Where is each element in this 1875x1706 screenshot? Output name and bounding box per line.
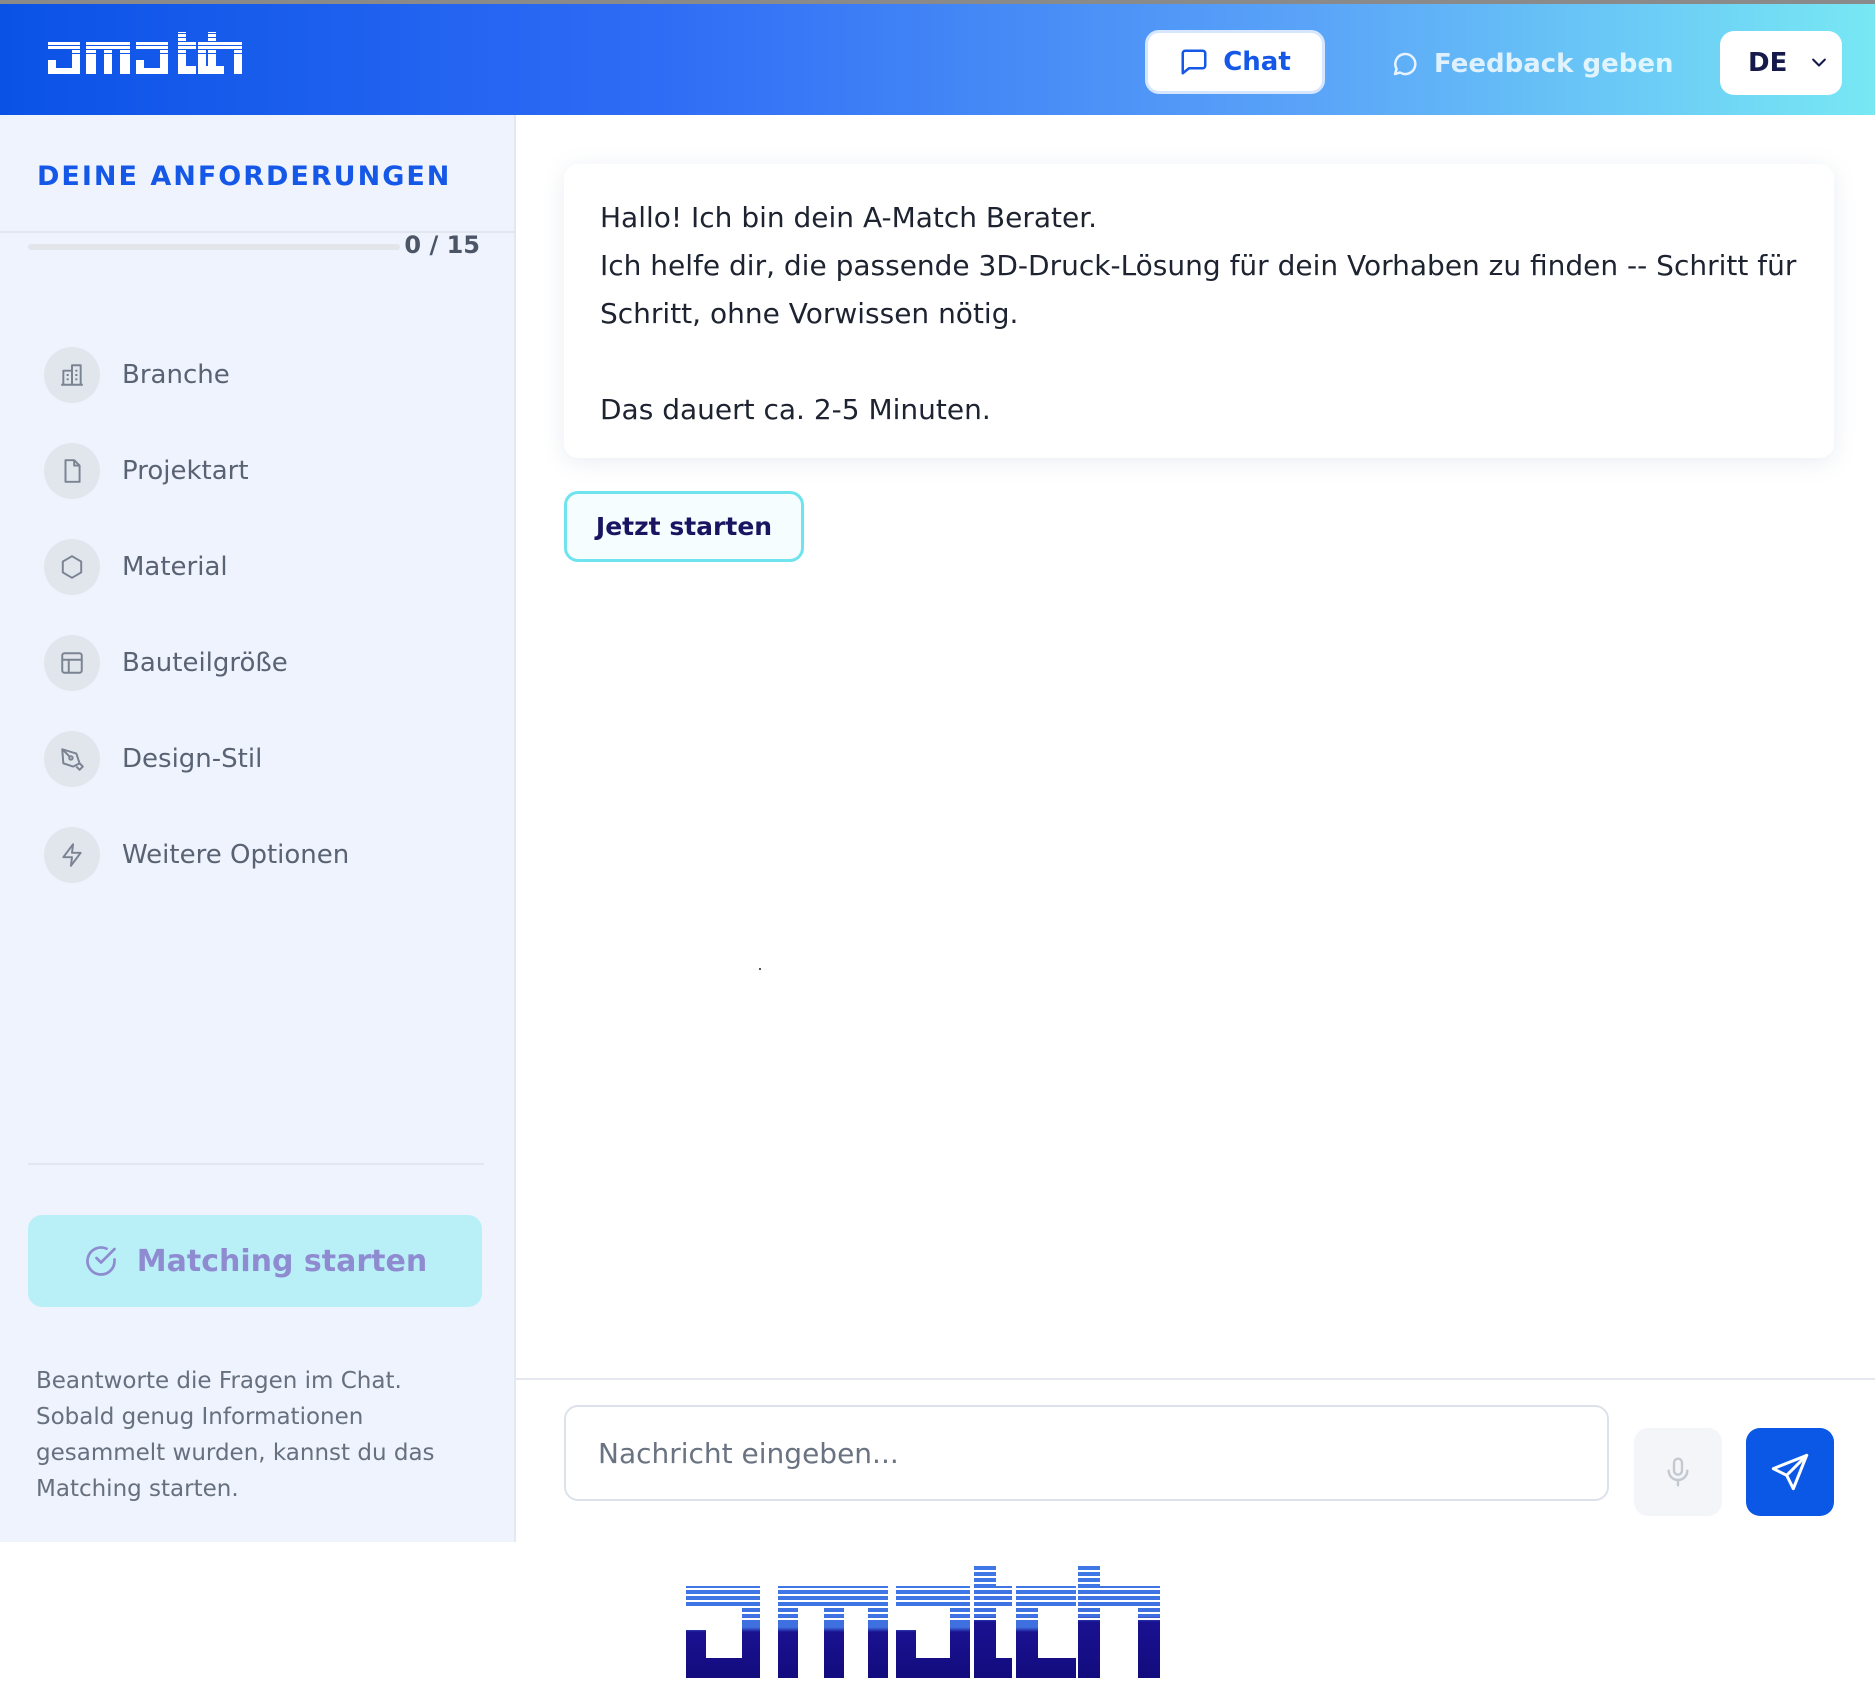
app-header: Chat Feedback geben DE xyxy=(0,0,1875,115)
microphone-icon xyxy=(1667,1457,1689,1487)
lightning-icon xyxy=(44,827,100,883)
language-value: DE xyxy=(1748,48,1788,78)
assistant-message: Hallo! Ich bin dein A-Match Berater. Ich… xyxy=(564,164,1834,458)
pen-tool-icon xyxy=(44,731,100,787)
sidebar-hint: Beantworte die Fragen im Chat. Sobald ge… xyxy=(36,1368,435,1502)
document-icon xyxy=(44,443,100,499)
requirement-label: Design-Stil xyxy=(122,744,263,774)
send-button[interactable] xyxy=(1746,1428,1834,1516)
sidebar-title: DEINE ANFORDERUNGEN xyxy=(37,161,452,192)
requirements-list: Branche Projektart Material Bauteilgröße… xyxy=(44,327,349,903)
stray-dot xyxy=(759,968,761,970)
amatch-logo-large xyxy=(686,1566,1160,1678)
requirement-item-projektart[interactable]: Projektart xyxy=(44,423,349,519)
chat-bubble-icon xyxy=(1181,49,1207,75)
start-now-button[interactable]: Jetzt starten xyxy=(564,491,804,562)
message-line: Ich helfe dir, die passende 3D-Druck-Lös… xyxy=(600,249,1797,330)
layout-grid-icon xyxy=(44,635,100,691)
requirement-item-branche[interactable]: Branche xyxy=(44,327,349,423)
requirements-sidebar: DEINE ANFORDERUNGEN 0 / 15 Branche Proje… xyxy=(0,115,516,1542)
chevron-down-icon xyxy=(1812,58,1827,67)
chat-tab-button[interactable]: Chat xyxy=(1145,30,1325,94)
divider xyxy=(516,1378,1875,1380)
requirement-item-material[interactable]: Material xyxy=(44,519,349,615)
requirement-item-bauteilgroesse[interactable]: Bauteilgröße xyxy=(44,615,349,711)
requirement-label: Material xyxy=(122,552,228,582)
requirement-label: Projektart xyxy=(122,456,249,486)
check-circle-icon xyxy=(85,1246,116,1276)
feedback-button[interactable]: Feedback geben xyxy=(1390,32,1674,96)
microphone-button[interactable] xyxy=(1634,1428,1722,1516)
feedback-label: Feedback geben xyxy=(1434,49,1674,79)
message-circle-icon xyxy=(1393,52,1417,76)
hexagon-icon xyxy=(44,539,100,595)
message-line: Das dauert ca. 2-5 Minuten. xyxy=(600,393,991,426)
progress-count: 0 / 15 xyxy=(404,231,480,259)
matching-start-button[interactable]: Matching starten xyxy=(28,1215,482,1307)
send-icon xyxy=(1771,1453,1809,1491)
building-icon xyxy=(44,347,100,403)
progress-bar xyxy=(28,244,400,250)
divider xyxy=(28,1163,484,1165)
amatch-logo[interactable] xyxy=(46,30,242,78)
requirement-item-weitere-optionen[interactable]: Weitere Optionen xyxy=(44,807,349,903)
chat-tab-label: Chat xyxy=(1223,47,1291,77)
requirement-label: Weitere Optionen xyxy=(122,840,350,870)
language-select[interactable]: DE xyxy=(1720,31,1842,95)
requirement-item-design-stil[interactable]: Design-Stil xyxy=(44,711,349,807)
message-input[interactable] xyxy=(564,1405,1609,1501)
requirement-label: Branche xyxy=(122,360,230,390)
requirement-label: Bauteilgröße xyxy=(122,648,288,678)
matching-start-label: Matching starten xyxy=(136,1243,428,1279)
message-line: Hallo! Ich bin dein A-Match Berater. xyxy=(600,201,1098,234)
